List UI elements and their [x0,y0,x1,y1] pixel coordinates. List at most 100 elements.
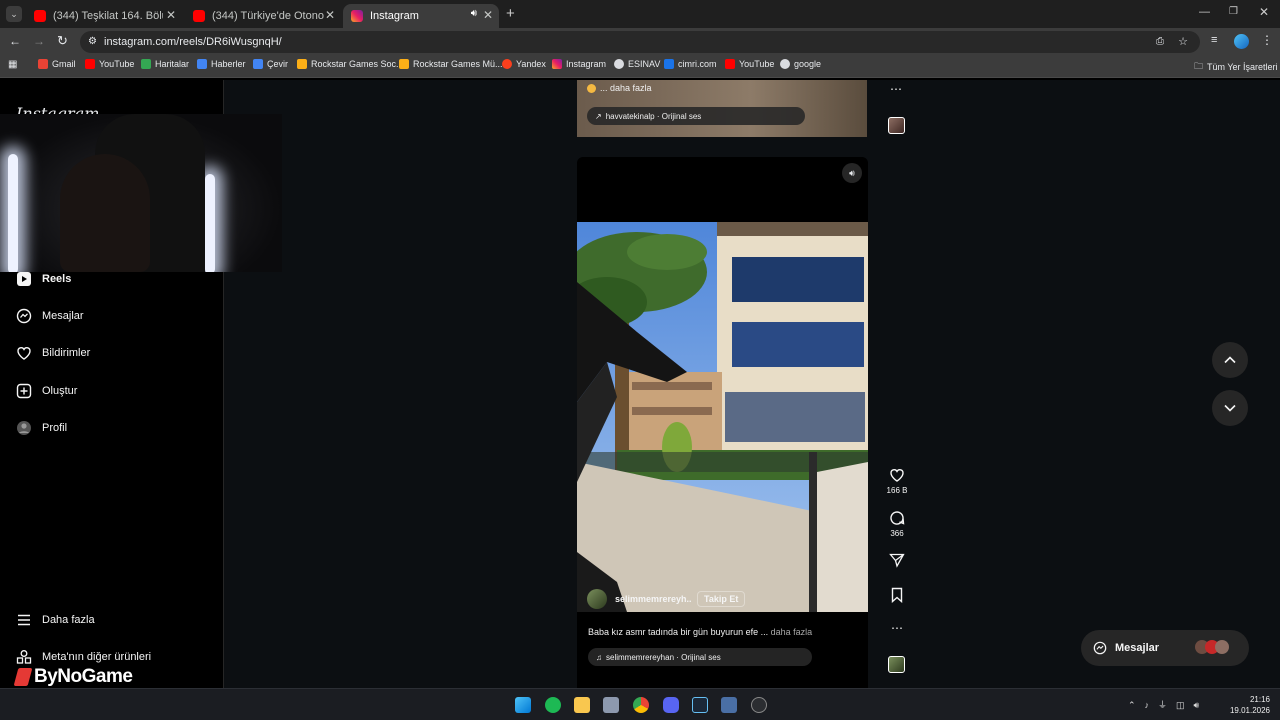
bookmark-youtube-2[interactable]: YouTube [725,59,774,69]
system-tray[interactable]: ⌃♪⏚◫🔊︎ [1128,698,1208,711]
author-username[interactable]: selimmemrereyh... [615,594,691,604]
clock-date: 19.01.2026 [1229,706,1270,715]
media-control-icon[interactable]: ≡ [1211,34,1217,46]
reel-options-icon[interactable]: ⋯ [884,621,910,635]
all-bookmarks[interactable]: 🗀︎ Tüm Yer İşaretleri [1194,59,1278,75]
discord-icon[interactable] [663,697,679,713]
tab-title: (344) Teşkilat 164. Bölüm @trt1 [53,10,163,22]
prev-reel-audio-thumb[interactable] [888,117,905,134]
reel-video-frame [577,222,868,612]
sidebar-item-messages[interactable]: Mesajlar [16,308,84,324]
previous-reel[interactable]: ... daha fazla ↗ havvatekinalp · Orijina… [577,80,867,137]
rockstar-icon [297,59,307,69]
light-strip-left [8,154,18,272]
trending-arrow-icon: ↗ [595,111,602,121]
clock-time: 21:16 [1249,695,1270,704]
bookmark-news[interactable]: Haberler [197,59,246,69]
comment-action[interactable]: 366 [884,510,910,538]
bookmark-rockstar-social[interactable]: Rockstar Games Soc... [297,59,404,69]
game-launcher-icon[interactable] [751,697,767,713]
bookmark-rockstar-music[interactable]: Rockstar Games Mü... [399,59,503,69]
install-icon[interactable]: ⎙ [1156,31,1164,53]
sidebar-item-more[interactable]: Daha fazla [16,612,95,628]
menu-icon[interactable]: ⋮ [1261,33,1273,47]
reload-icon[interactable]: ↻ [57,33,68,49]
app-icon[interactable] [721,697,737,713]
globe-icon [780,59,790,69]
bookmark-icon [891,587,903,603]
file-explorer-icon[interactable] [574,697,590,713]
apps-icon[interactable]: ▦ [8,59,17,70]
profile-avatar[interactable] [1234,34,1249,49]
follow-button[interactable]: Takip Et [697,591,746,607]
back-icon[interactable]: ← [9,34,21,48]
prev-reel-audio[interactable]: ↗ havvatekinalp · Orijinal ses [587,107,805,125]
messages-float-button[interactable]: Mesajlar [1081,630,1249,666]
reel-audio-thumb[interactable] [888,656,905,673]
like-action[interactable]: 166 B [884,467,910,495]
save-action[interactable] [884,587,910,606]
bookmark-google[interactable]: google [780,59,821,69]
share-action[interactable] [884,552,910,571]
address-url: instagram.com/reels/DR6iWusgnqH/ [104,36,282,48]
clock[interactable]: 21:16 19.01.2026 [1228,694,1270,716]
previous-reel-button[interactable] [1212,342,1248,378]
audio-playing-icon[interactable]: 🔊︎ [471,8,477,19]
conversation-avatars [1195,640,1229,654]
bookmark-gmail[interactable]: Gmail [38,59,76,69]
bookmark-youtube[interactable]: YouTube [85,59,134,69]
profile-avatar-icon [17,421,31,435]
forward-icon[interactable]: → [33,34,45,48]
prev-reel-options-icon[interactable]: ⋯ [890,82,902,96]
spotify-icon[interactable] [545,697,561,713]
steam-icon[interactable] [692,697,708,713]
mute-button[interactable]: 🔊︎ [842,163,862,183]
bookmark-star-icon[interactable]: ☆ [1178,31,1188,53]
tab-youtube-otonom[interactable]: (344) Türkiye'de Otonom Marka ✕ [185,4,341,28]
close-window-button[interactable]: ✕ [1259,5,1269,19]
tab-youtube-teskilat[interactable]: (344) Teşkilat 164. Bölüm @trt1 ✕ [26,4,182,28]
sidebar-item-meta[interactable]: Meta'nın diğer ürünleri [16,649,151,665]
close-icon[interactable]: ✕ [325,8,335,22]
sidebar-item-profile[interactable]: Profil [16,420,67,436]
tab-instagram[interactable]: Instagram 🔊︎ ✕ [343,4,499,28]
cimri-icon [664,59,674,69]
bookmark-translate[interactable]: Çevir [253,59,288,69]
close-icon[interactable]: ✕ [483,8,493,22]
bookmark-instagram[interactable]: Instagram [552,59,606,69]
bookmarks-bar: ▦ Gmail YouTube Haritalar Haberler Çevir… [0,56,1280,78]
reel-video[interactable] [577,222,868,612]
current-reel[interactable]: 🔊︎ selimmemrereyh... Takip Et Baba kız a… [577,157,868,688]
windows-start-icon[interactable] [515,697,531,713]
reel-audio[interactable]: ♫ selimmemrereyhan · Orijinal ses [588,648,812,666]
browser-tab-strip: ⌄ (344) Teşkilat 164. Bölüm @trt1 ✕ (344… [0,0,1280,28]
tab-title: Instagram [370,10,419,22]
chrome-icon[interactable] [633,697,649,713]
site-info-icon[interactable]: ⚙ [88,31,97,53]
tab-search-button[interactable]: ⌄ [6,6,22,22]
plus-square-icon [16,383,32,399]
yandex-icon [502,59,512,69]
minimize-button[interactable]: — [1199,6,1210,18]
store-icon[interactable] [603,697,619,713]
bookmark-cimri[interactable]: cimri.com [664,59,717,69]
youtube-icon [193,10,205,22]
close-icon[interactable]: ✕ [166,8,176,22]
chevron-down-icon [1224,404,1236,412]
bookmark-esinav[interactable]: ESINAV [614,59,660,69]
new-tab-button[interactable]: + [506,5,515,22]
meta-apps-icon [16,650,32,664]
restore-button[interactable]: ❐ [1229,6,1238,17]
bookmark-yandex[interactable]: Yandex [502,59,546,69]
sidebar-item-notifications[interactable]: Bildirimler [16,345,90,361]
author-avatar[interactable] [587,589,607,609]
address-bar[interactable]: ⚙ instagram.com/reels/DR6iWusgnqH/ ⎙ ☆ [80,31,1200,53]
bookmark-maps[interactable]: Haritalar [141,59,189,69]
caption-more-link[interactable]: daha fazla [771,627,813,637]
sidebar-item-reels[interactable]: Reels [16,271,71,287]
person-silhouette [60,154,150,272]
next-reel-button[interactable] [1212,390,1248,426]
sidebar-item-create[interactable]: Oluştur [16,383,77,399]
prev-reel-more[interactable]: ... daha fazla [587,83,652,93]
like-count: 166 B [886,486,908,495]
